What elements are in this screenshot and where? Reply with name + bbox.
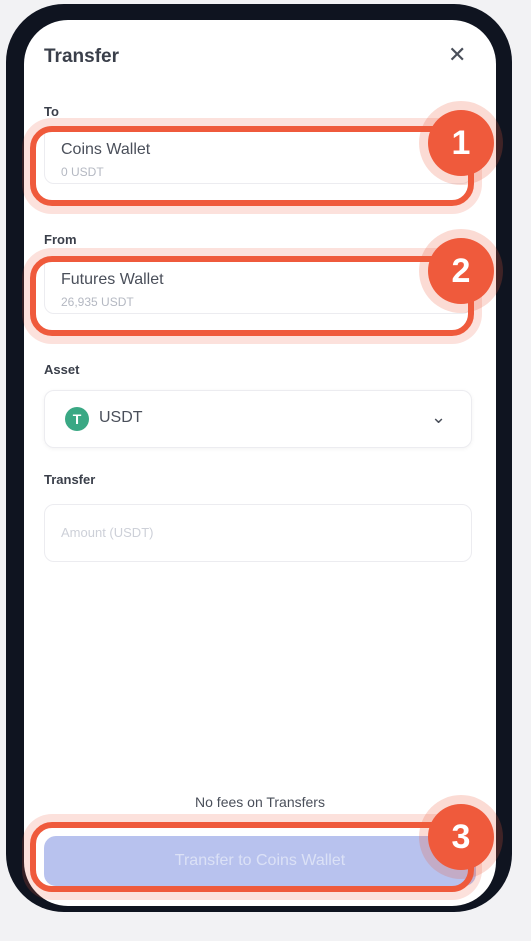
amount-placeholder: Amount (USDT) — [61, 525, 154, 540]
page-title: Transfer — [44, 46, 119, 67]
step-badge-2: 2 — [428, 238, 494, 304]
no-fees-note: No fees on Transfers — [195, 794, 325, 810]
step-badge-1: 1 — [428, 110, 494, 176]
highlight-to-wallet — [30, 126, 474, 206]
highlight-submit-button — [30, 822, 474, 892]
chevron-down-icon: ⌄ — [431, 407, 447, 427]
to-label: To — [44, 104, 59, 119]
from-label: From — [44, 232, 77, 247]
close-icon[interactable]: ✕ — [448, 42, 466, 68]
asset-label: Asset — [44, 362, 80, 377]
step-badge-3: 3 — [428, 804, 494, 870]
highlight-from-wallet — [30, 256, 474, 336]
tether-icon: T — [65, 407, 89, 431]
asset-name: USDT — [99, 409, 143, 426]
asset-select[interactable]: T USDT ⌄ — [44, 390, 472, 448]
transfer-label: Transfer — [44, 472, 96, 487]
amount-input[interactable]: Amount (USDT) — [44, 504, 472, 562]
